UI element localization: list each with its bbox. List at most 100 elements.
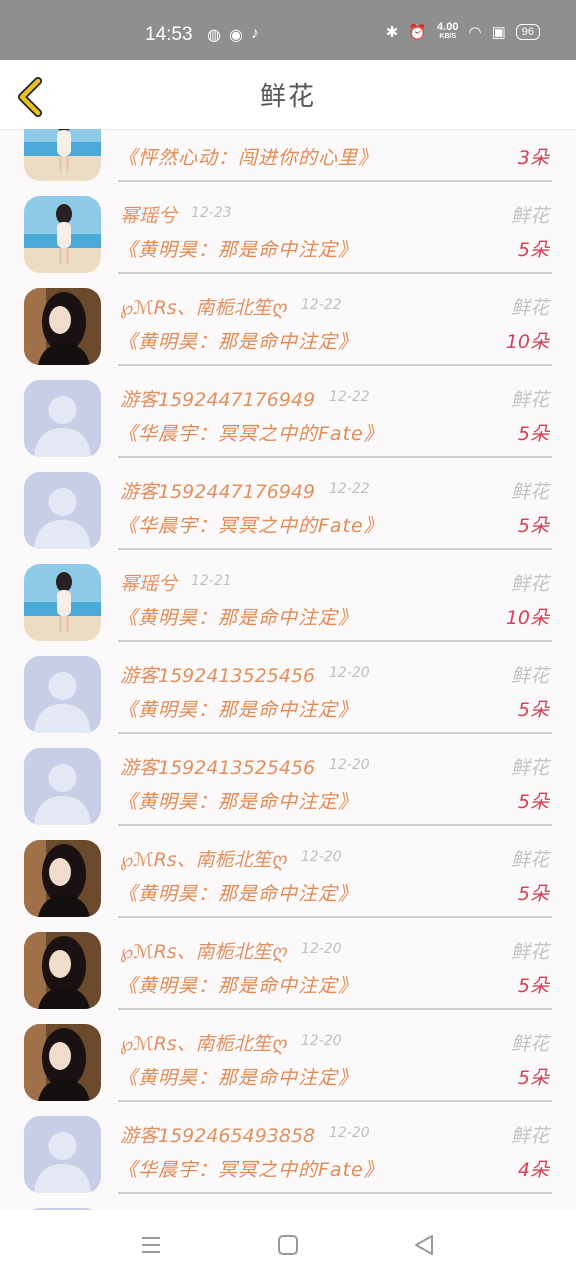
record-info: ℘ℳRs、南栀北笙ღ 12-20 鲜花《黄明昊：那是命中注定》 5朵 (118, 826, 552, 918)
record-info: 游客1592413525456 12-20 鲜花 《黄明昊：那是命中注定》 5朵 (118, 642, 552, 734)
home-button[interactable] (276, 1233, 300, 1257)
avatar[interactable] (24, 656, 101, 733)
record-date: 12-20 (301, 941, 342, 957)
flower-record-list[interactable]: 《怦然心动：闯进你的心里》 3朵 幂瑶兮 12-23 鲜花 《黄明昊：那是命中注定》 5朵 ℘… (0, 129, 576, 1210)
song-title[interactable]: 《黄明昊：那是命中注定》 (118, 603, 358, 630)
avatar[interactable] (24, 840, 101, 917)
avatar[interactable] (24, 932, 101, 1009)
flower-count: 5朵 (517, 1067, 549, 1089)
list-item[interactable]: 幂瑶兮 12-21 鲜花《黄明昊：那是命中注定》 10朵 (0, 550, 576, 642)
flower-count: 4朵 (517, 1159, 549, 1181)
record-info: 《怦然心动：闯进你的心里》 3朵 (118, 129, 552, 182)
avatar[interactable] (24, 564, 101, 641)
song-title[interactable]: 《黄明昊：那是命中注定》 (118, 971, 358, 998)
system-nav-bar (0, 1210, 576, 1280)
record-date: 12-20 (329, 757, 370, 773)
triangle-back-icon (415, 1235, 433, 1255)
flower-count: 10朵 (505, 331, 549, 353)
gift-type-label: 鲜花 (510, 481, 549, 503)
record-date: 12-22 (329, 481, 370, 497)
record-info: 游客1592447176949 12-22 鲜花 《华晨宇：冥冥之中的Fate》 5朵 (118, 366, 552, 458)
avatar[interactable] (24, 196, 101, 273)
list-item[interactable]: ℘ℳRs、南栀北笙ღ 12-20 鲜花《黄明昊：那是命中注定》 5朵 (0, 918, 576, 1010)
avatar[interactable] (24, 288, 101, 365)
flower-count: 5朵 (517, 883, 549, 905)
record-info: ℘ℳRs、南栀北笙ღ 12-20 鲜花 《黄明昊：那是命中注定》 5朵 (118, 1010, 552, 1102)
gift-type-label: 鲜花 (510, 941, 549, 963)
record-info: 游客1592413525456 12-20 鲜花《黄明昊：那是命中注定》 5朵 (118, 734, 552, 826)
gift-type-label: 鲜花 (510, 1033, 549, 1055)
menu-button[interactable] (139, 1233, 163, 1257)
record-date: 12-20 (329, 1125, 370, 1141)
flower-count: 5朵 (517, 423, 549, 445)
page-title: 鲜花 (259, 82, 316, 112)
record-date: 12-22 (301, 297, 342, 313)
username[interactable]: ℘ℳRs、南栀北笙ღ (120, 845, 287, 872)
song-title[interactable]: 《黄明昊：那是命中注定》 (118, 1063, 358, 1090)
song-title[interactable]: 《怦然心动：闯进你的心里》 (118, 143, 378, 170)
net-speed-value: 4.00 (437, 21, 459, 33)
menu-icon (142, 1237, 160, 1253)
song-title[interactable]: 《黄明昊：那是命中注定》 (118, 787, 358, 814)
home-square-icon (278, 1235, 298, 1255)
globe-icon: ◍ (207, 27, 221, 44)
record-info: ℘ℳRs、南栀北笙ღ 12-20 鲜花《黄明昊：那是命中注定》 5朵 (118, 918, 552, 1010)
flower-count: 3朵 (517, 147, 549, 169)
list-item[interactable]: 游客1592447176949 12-22 鲜花《华晨宇：冥冥之中的Fate》 5朵 (0, 458, 576, 550)
flower-count: 5朵 (517, 699, 549, 721)
song-title[interactable]: 《华晨宇：冥冥之中的Fate》 (118, 419, 384, 446)
song-title[interactable]: 《黄明昊：那是命中注定》 (118, 235, 358, 262)
flower-count: 5朵 (517, 791, 549, 813)
status-time: 14:53 (145, 24, 193, 45)
gift-type-label: 鲜花 (510, 205, 549, 227)
flower-count: 5朵 (517, 515, 549, 537)
tiktok-icon: ♪ (250, 25, 259, 42)
username[interactable]: 游客1592447176949 (120, 385, 315, 412)
record-date: 12-21 (191, 573, 232, 589)
list-item[interactable]: ℘ℳRs、南栀北笙ღ 12-20 鲜花 《黄明昊：那是命中注定》 5朵 (0, 1010, 576, 1102)
record-date: 12-23 (191, 205, 232, 221)
username[interactable]: 幂瑶兮 (120, 569, 177, 596)
username[interactable]: 幂瑶兮 (120, 201, 177, 228)
gift-type-label: 鲜花 (510, 849, 549, 871)
list-item[interactable]: ℘ℳRs、南栀北笙ღ 12-20 鲜花《黄明昊：那是命中注定》 5朵 (0, 826, 576, 918)
song-title[interactable]: 《黄明昊：那是命中注定》 (118, 695, 358, 722)
flower-count: 5朵 (517, 239, 549, 261)
list-item[interactable]: ℘ℳRs、南栀北笙ღ 12-22 鲜花 《黄明昊：那是命中注定》 10朵 (0, 274, 576, 366)
song-title[interactable]: 《黄明昊：那是命中注定》 (118, 327, 358, 354)
list-item[interactable]: 游客1592413525456 12-20 鲜花《黄明昊：那是命中注定》 5朵 (0, 734, 576, 826)
row-divider (118, 1192, 552, 1194)
username[interactable]: 游客1592413525456 (120, 661, 315, 688)
avatar[interactable] (24, 472, 101, 549)
username[interactable]: 游客1592465493858 (120, 1121, 315, 1148)
avatar[interactable] (24, 748, 101, 825)
record-date: 12-22 (329, 389, 370, 405)
avatar[interactable] (24, 1116, 101, 1193)
username[interactable]: ℘ℳRs、南栀北笙ღ (120, 1029, 287, 1056)
gift-type-label: 鲜花 (510, 573, 549, 595)
net-speed: 4.00 KB/S (437, 22, 458, 42)
list-item[interactable]: 《怦然心动：闯进你的心里》 3朵 (0, 129, 576, 182)
username[interactable]: 游客1592413525456 (120, 753, 315, 780)
flower-count: 5朵 (517, 975, 549, 997)
record-date: 12-20 (301, 849, 342, 865)
list-item[interactable]: 游客1592447176949 12-22 鲜花 《华晨宇：冥冥之中的Fate》 5朵 (0, 366, 576, 458)
avatar[interactable] (24, 380, 101, 457)
avatar[interactable] (24, 1024, 101, 1101)
list-item[interactable]: 游客1592465493858 12-20 鲜花 《华晨宇：冥冥之中的Fate》 4朵 (0, 1102, 576, 1194)
song-title[interactable]: 《黄明昊：那是命中注定》 (118, 879, 358, 906)
nav-back-button[interactable] (412, 1233, 436, 1257)
flower-count: 10朵 (505, 607, 549, 629)
battery-indicator: 96 (515, 24, 540, 40)
username[interactable]: ℘ℳRs、南栀北笙ღ (120, 293, 287, 320)
song-title[interactable]: 《华晨宇：冥冥之中的Fate》 (118, 1155, 384, 1182)
gift-type-label: 鲜花 (510, 757, 549, 779)
song-title[interactable]: 《华晨宇：冥冥之中的Fate》 (118, 511, 384, 538)
list-item[interactable]: 游客1592413525456 12-20 鲜花 《黄明昊：那是命中注定》 5朵 (0, 642, 576, 734)
record-info: 游客1592465493858 12-20 鲜花 《华晨宇：冥冥之中的Fate》 4朵 (118, 1102, 552, 1194)
sim-icon: ▣ (491, 24, 506, 41)
list-item[interactable]: 幂瑶兮 12-23 鲜花《黄明昊：那是命中注定》 5朵 (0, 182, 576, 274)
username[interactable]: ℘ℳRs、南栀北笙ღ (120, 937, 287, 964)
avatar[interactable] (24, 129, 101, 181)
username[interactable]: 游客1592447176949 (120, 477, 315, 504)
